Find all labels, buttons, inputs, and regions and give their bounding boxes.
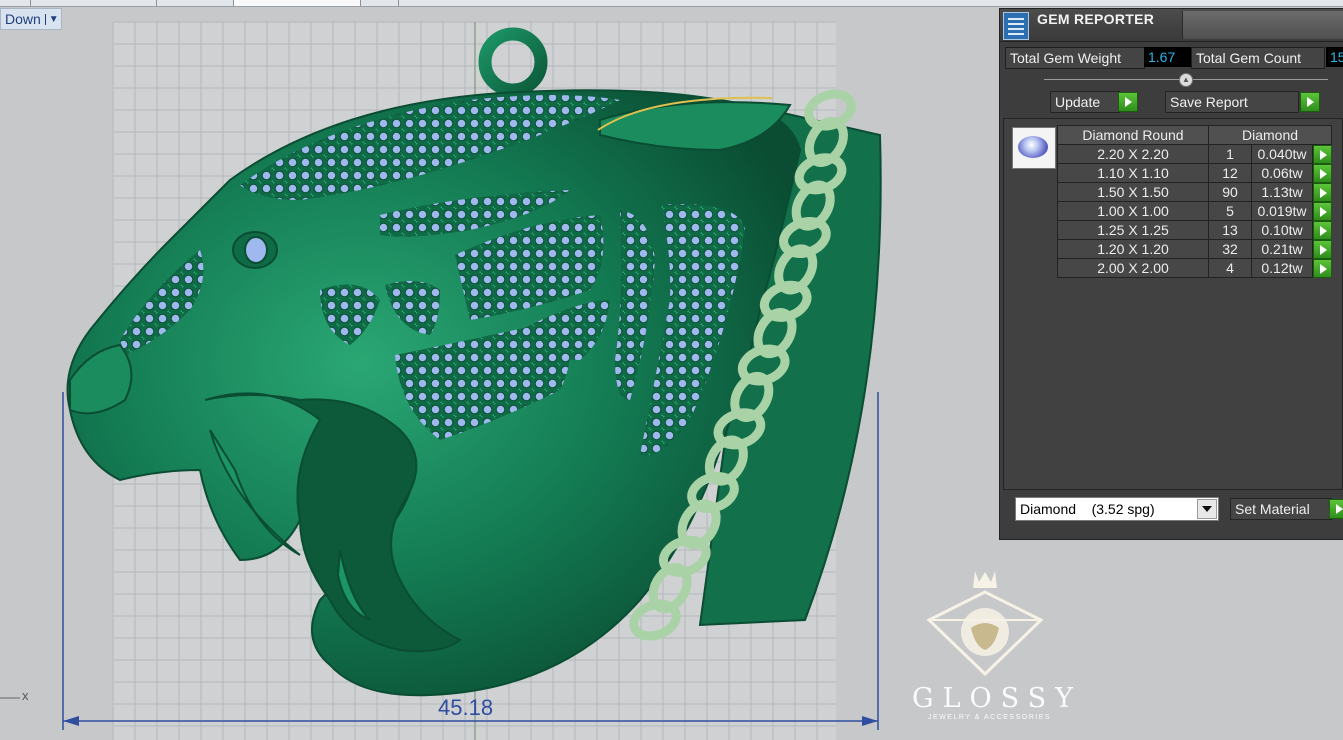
slider-handle[interactable]: ▲ <box>1179 73 1193 87</box>
gem-row[interactable]: 1.50 X 1.50 90 1.13tw <box>1057 182 1332 202</box>
gem-size-cell: 2.00 X 2.00 <box>1057 258 1209 278</box>
play-icon[interactable] <box>1300 92 1320 112</box>
gem-row-action[interactable] <box>1312 144 1332 164</box>
diamond-icon <box>1018 136 1048 158</box>
chevron-down-icon[interactable] <box>1197 499 1217 519</box>
play-icon[interactable] <box>1313 145 1332 164</box>
gem-row[interactable]: 1.10 X 1.10 12 0.06tw <box>1057 163 1332 183</box>
gem-row[interactable]: 1.20 X 1.20 32 0.21tw <box>1057 239 1332 259</box>
gem-weight-cell: 0.06tw <box>1251 163 1313 183</box>
play-icon[interactable] <box>1118 92 1138 112</box>
gem-count-cell: 32 <box>1208 239 1252 259</box>
gem-count-cell: 4 <box>1208 258 1252 278</box>
gem-size-cell: 1.20 X 1.20 <box>1057 239 1209 259</box>
gem-reporter-panel: GEM REPORTER Total Gem Weight 1.67 Total… <box>999 8 1343 540</box>
gem-row-action[interactable] <box>1312 201 1332 221</box>
play-icon[interactable] <box>1313 164 1332 183</box>
gem-weight-cell: 0.12tw <box>1251 258 1313 278</box>
gem-size-cell: 1.10 X 1.10 <box>1057 163 1209 183</box>
dimension-value: 45.18 <box>438 695 494 720</box>
gem-weight-cell: 1.13tw <box>1251 182 1313 202</box>
gem-count-cell: 13 <box>1208 220 1252 240</box>
diamond-round-thumbnail[interactable] <box>1012 127 1056 169</box>
material-selected-value: Diamond (3.52 spg) <box>1020 501 1155 517</box>
gem-count-cell: 12 <box>1208 163 1252 183</box>
brand-subtitle: JEWELRY & ACCESSORIES <box>928 714 1052 721</box>
material-select[interactable]: Diamond (3.52 spg) <box>1015 497 1219 521</box>
gem-row-action[interactable] <box>1312 220 1332 240</box>
3d-viewport[interactable]: Down ▼ 45.18 x GLOSSY JEWELRY & ACCESSOR… <box>0 0 1343 740</box>
axis-label: x <box>22 688 29 703</box>
set-material-button[interactable]: Set Material <box>1230 498 1332 520</box>
play-icon[interactable] <box>1313 221 1332 240</box>
gem-row-action[interactable] <box>1312 239 1332 259</box>
play-icon[interactable] <box>1313 240 1332 259</box>
total-gem-weight-label: Total Gem Weight <box>1005 47 1145 69</box>
gem-count-cell: 5 <box>1208 201 1252 221</box>
gem-size-cell: 2.20 X 2.20 <box>1057 144 1209 164</box>
gem-weight-cell: 0.019tw <box>1251 201 1313 221</box>
gem-table: Diamond Round Diamond 2.20 X 2.20 1 0.040t… <box>1057 125 1332 278</box>
gem-list: Diamond Round Diamond 2.20 X 2.20 1 0.040t… <box>1003 118 1343 490</box>
update-button[interactable]: Update <box>1050 91 1120 113</box>
save-report-button[interactable]: Save Report <box>1165 91 1299 113</box>
gem-size-cell: 1.50 X 1.50 <box>1057 182 1209 202</box>
gem-reporter-titlebar: GEM REPORTER <box>1000 9 1343 42</box>
total-gem-count-label: Total Gem Count <box>1191 47 1325 69</box>
play-icon[interactable] <box>1313 202 1332 221</box>
titlebar-tab[interactable] <box>1182 11 1343 39</box>
gem-row-action[interactable] <box>1312 163 1332 183</box>
gem-weight-cell: 0.21tw <box>1251 239 1313 259</box>
gem-row-action[interactable] <box>1312 182 1332 202</box>
total-gem-count-value: 15 <box>1326 47 1343 67</box>
gem-row[interactable]: 1.00 X 1.00 5 0.019tw <box>1057 201 1332 221</box>
gem-size-cell: 1.00 X 1.00 <box>1057 201 1209 221</box>
gem-size-cell: 1.25 X 1.25 <box>1057 220 1209 240</box>
gem-count-cell: 90 <box>1208 182 1252 202</box>
brand-name: GLOSSY <box>912 683 1082 714</box>
play-icon[interactable] <box>1313 259 1332 278</box>
gem-row[interactable]: 2.00 X 2.00 4 0.12tw <box>1057 258 1332 278</box>
column-header-material: Diamond <box>1208 125 1332 145</box>
play-icon[interactable] <box>1313 183 1332 202</box>
play-icon[interactable] <box>1329 499 1343 519</box>
gem-reporter-icon <box>1003 12 1029 40</box>
total-gem-weight-value: 1.67 <box>1144 47 1192 67</box>
gem-weight-cell: 0.040tw <box>1251 144 1313 164</box>
gem-reporter-title: GEM REPORTER <box>1037 11 1155 27</box>
gem-weight-cell: 0.10tw <box>1251 220 1313 240</box>
gem-count-cell: 1 <box>1208 144 1252 164</box>
gem-row-action[interactable] <box>1312 258 1332 278</box>
column-header-shape: Diamond Round <box>1057 125 1209 145</box>
gem-row[interactable]: 2.20 X 2.20 1 0.040tw <box>1057 144 1332 164</box>
gem-row[interactable]: 1.25 X 1.25 13 0.10tw <box>1057 220 1332 240</box>
